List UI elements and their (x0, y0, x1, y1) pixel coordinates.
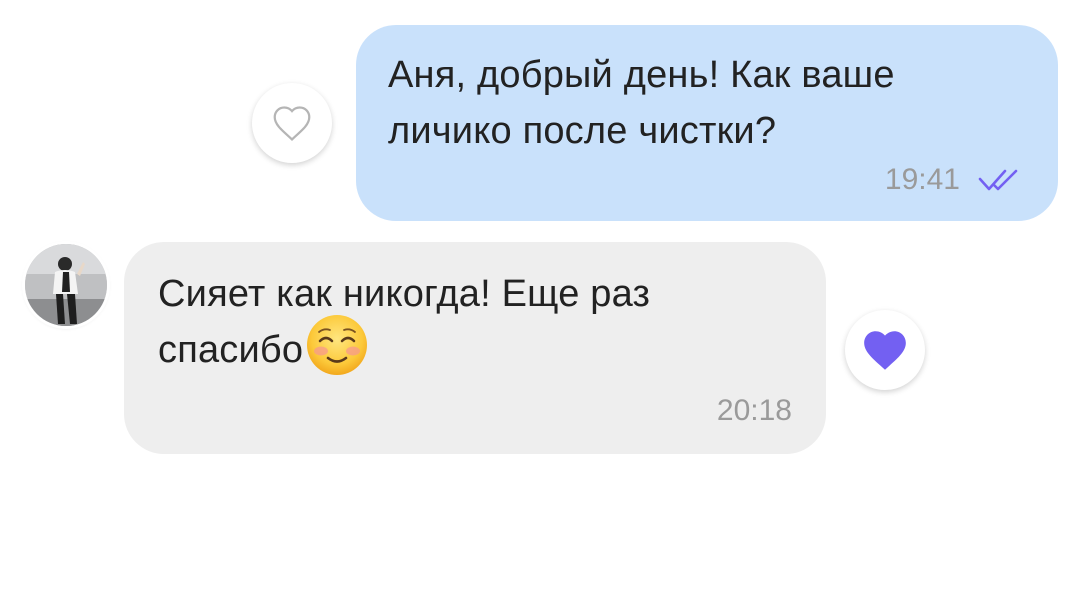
heart-outline-icon (273, 106, 311, 141)
message-line-text: спасибо (158, 329, 304, 371)
message-timestamp: 19:41 (884, 163, 960, 196)
message-bubble-outgoing[interactable]: Аня, добрый день! Как ваше личико после … (356, 25, 1058, 221)
avatar-photo (25, 244, 107, 326)
avatar[interactable] (25, 244, 107, 326)
message-line: Аня, добрый день! Как ваше (388, 54, 895, 96)
message-text: Аня, добрый день! Как ваше личико после … (388, 47, 1028, 159)
message-line: личико после чистки? (388, 110, 777, 152)
message-line: Сияет как никогда! Еще раз (158, 273, 651, 315)
like-button-outgoing[interactable] (252, 83, 332, 163)
double-check-icon (978, 169, 1018, 191)
message-line: спасибо (158, 314, 798, 378)
smiling-face-emoji-icon (307, 314, 368, 375)
message-bubble-incoming[interactable]: Сияет как никогда! Еще раз спасибо 20:18 (124, 242, 826, 454)
chat-thread: Аня, добрый день! Как ваше личико после … (0, 0, 1074, 604)
like-button-incoming[interactable] (845, 310, 925, 390)
message-text: Сияет как никогда! Еще раз спасибо (158, 266, 798, 378)
heart-filled-icon (864, 331, 906, 370)
message-timestamp: 20:18 (716, 394, 792, 427)
